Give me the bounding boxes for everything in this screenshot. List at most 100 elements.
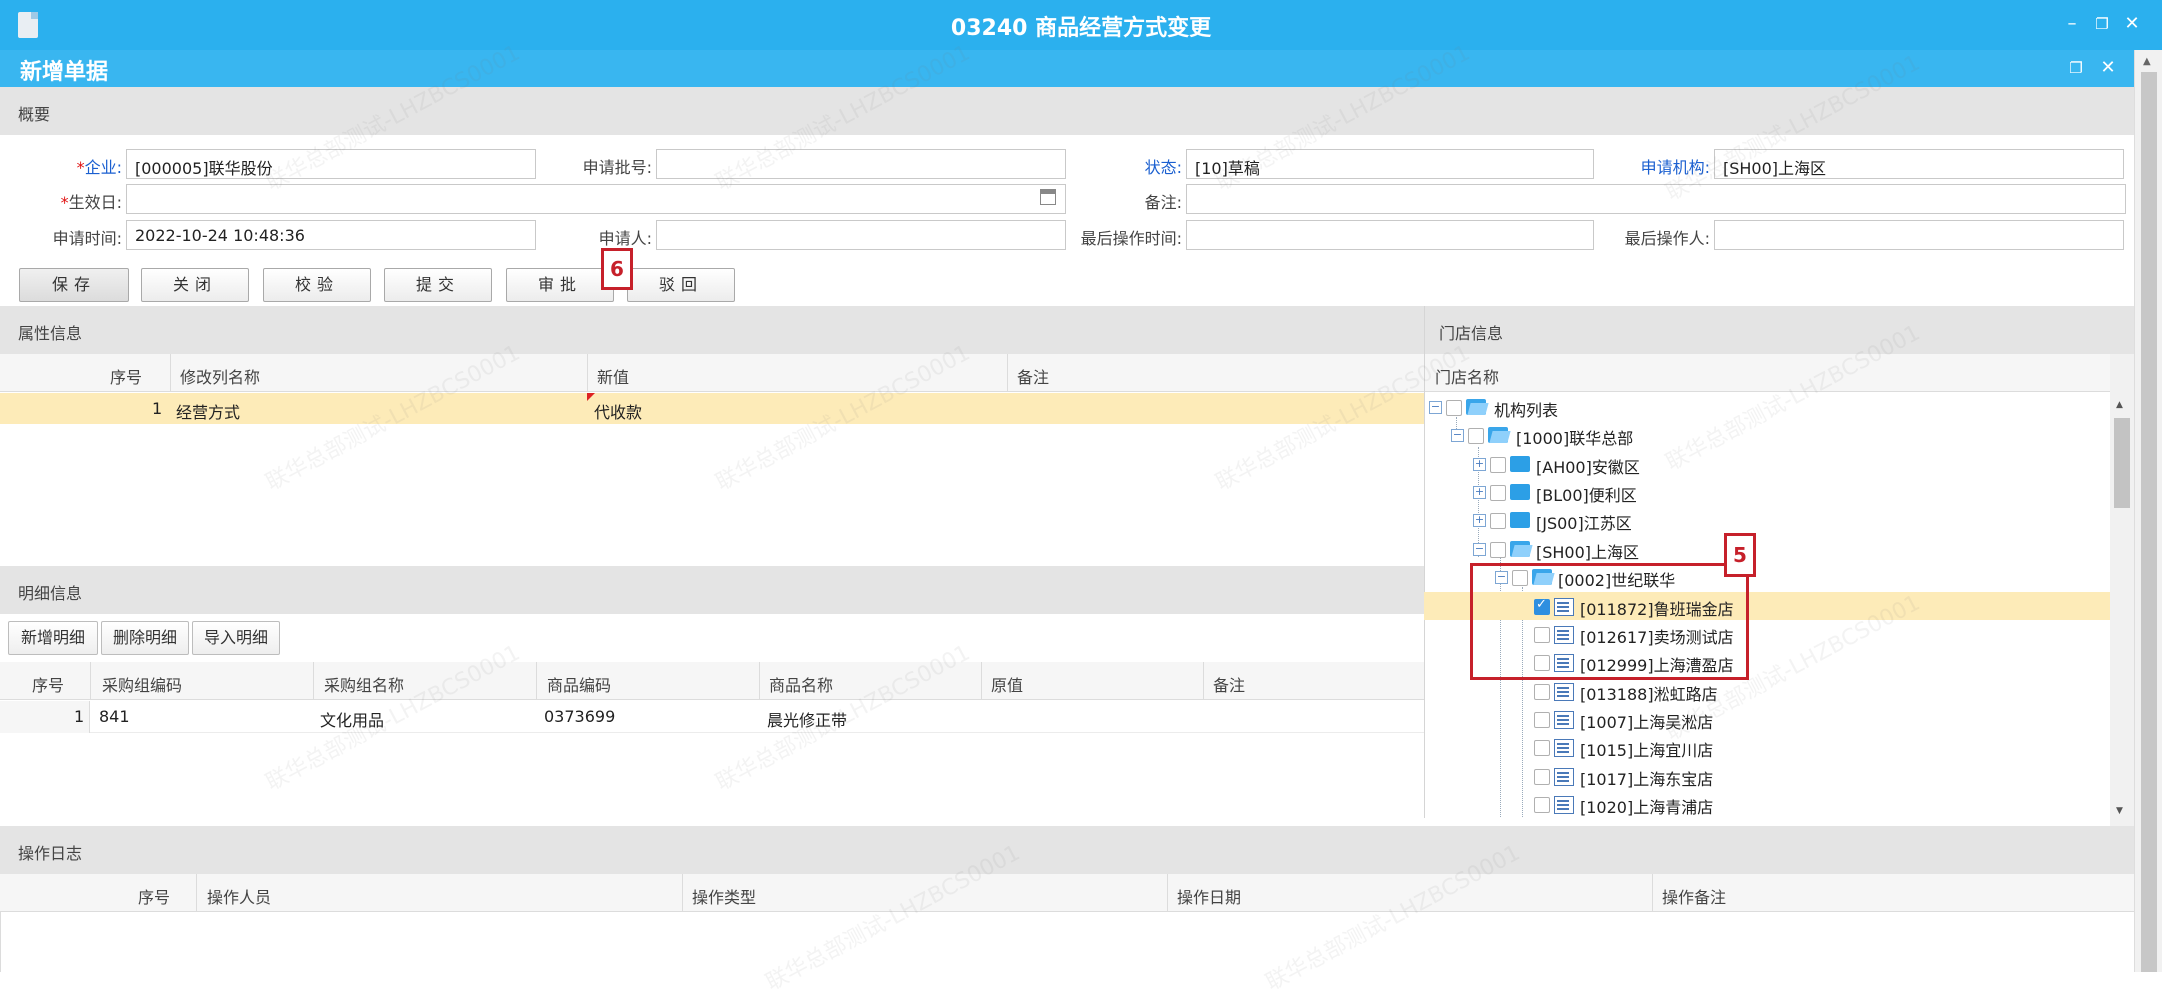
stores-scroll-thumb[interactable] [2114, 418, 2130, 508]
tree-node[interactable]: + [JS00]江苏区 [1424, 506, 2110, 534]
enterprise-field[interactable]: [000005]联华股份 [126, 149, 536, 179]
collapse-icon[interactable]: − [1451, 429, 1464, 442]
tree-checkbox[interactable] [1468, 428, 1484, 444]
remark-label: 备注: [1144, 193, 1182, 212]
calendar-icon[interactable] [1040, 189, 1056, 205]
tree-node[interactable]: [1020]上海青浦店 [1424, 790, 2110, 818]
tree-checkbox[interactable] [1534, 797, 1550, 813]
tree-node-label: [1015]上海宜川店 [1580, 741, 1714, 760]
tree-node[interactable]: [1015]上海宜川店 [1424, 733, 2110, 761]
expand-icon[interactable]: + [1473, 458, 1486, 471]
close-icon[interactable]: ✕ [2120, 12, 2144, 36]
verify-button[interactable]: 校验 [263, 268, 371, 302]
close-button[interactable]: 关闭 [141, 268, 249, 302]
annotation-box-5 [1470, 563, 1749, 680]
tree-node[interactable]: − [SH00]上海区 [1424, 535, 2110, 563]
status-field[interactable]: [10]草稿 [1186, 149, 1594, 179]
apply-time-field[interactable]: 2022-10-24 10:48:36 [126, 220, 536, 250]
table-row[interactable]: 1 841 文化用品 0373699 晨光修正带 [0, 701, 1424, 733]
tree-node-label: 机构列表 [1494, 401, 1559, 420]
oplog-col-operator: 操作人员 [207, 888, 272, 907]
attributes-section-title: 属性信息 [18, 324, 83, 343]
tree-node[interactable]: + [AH00]安徽区 [1424, 450, 2110, 478]
minimize-icon[interactable]: – [2060, 12, 2084, 36]
attr-row-new-value[interactable]: 代收款 [594, 399, 642, 423]
attributes-section-head: 属性信息 [0, 306, 1424, 354]
detail-col-orig: 原值 [991, 676, 1024, 695]
applicant-field[interactable] [656, 220, 1066, 250]
scroll-thumb[interactable] [2141, 72, 2157, 972]
reject-button[interactable]: 驳回 [627, 268, 735, 302]
tree-node[interactable]: [013188]淞虹路店 [1424, 677, 2110, 705]
tree-checkbox[interactable] [1490, 542, 1506, 558]
detail-col-item-name: 商品名称 [769, 676, 834, 695]
batch-field[interactable] [656, 149, 1066, 179]
detail-row-group-code[interactable]: 841 [99, 707, 130, 726]
delete-detail-button[interactable]: 删除明细 [101, 621, 189, 655]
oplog-col-no: 序号 [138, 888, 171, 907]
applicant-label: 申请人: [598, 229, 652, 248]
tree-checkbox[interactable] [1534, 740, 1550, 756]
restore-icon[interactable]: ❐ [2090, 12, 2114, 36]
folder-icon [1510, 456, 1530, 472]
last-operator-field[interactable] [1714, 220, 2124, 250]
annotation-tag-6: 6 [601, 248, 633, 290]
tree-checkbox[interactable] [1446, 400, 1462, 416]
attr-col-new-value: 新值 [597, 368, 630, 387]
last-op-time-field[interactable] [1186, 220, 1594, 250]
collapse-icon[interactable]: − [1429, 401, 1442, 414]
expand-icon[interactable]: + [1473, 486, 1486, 499]
org-field[interactable]: [SH00]上海区 [1714, 149, 2124, 179]
apply-time-label: 申请时间: [52, 229, 122, 248]
stores-section-head: 门店信息 [1425, 306, 2134, 354]
table-row[interactable]: 1 经营方式 代收款 [0, 393, 1424, 424]
oplog-col-type: 操作类型 [692, 888, 757, 907]
tree-checkbox[interactable] [1534, 684, 1550, 700]
tree-checkbox[interactable] [1534, 769, 1550, 785]
tree-node[interactable]: [1017]上海东宝店 [1424, 762, 2110, 790]
tree-checkbox[interactable] [1490, 513, 1506, 529]
oplog-table-header: 序号 操作人员 操作类型 操作日期 操作备注 [0, 874, 2134, 912]
store-icon [1554, 683, 1574, 701]
expand-icon[interactable]: + [1473, 514, 1486, 527]
remark-field[interactable] [1186, 184, 2126, 214]
folder-open-icon [1488, 427, 1508, 443]
stores-scroll-down-icon[interactable]: ▼ [2116, 806, 2123, 816]
tree-node[interactable]: − 机构列表 [1424, 393, 2110, 421]
save-button[interactable]: 保存 [19, 268, 129, 302]
stores-col-name: 门店名称 [1435, 368, 1500, 387]
details-section-head: 明细信息 [0, 566, 1424, 614]
summary-section-head: 概要 [0, 87, 2134, 135]
form-title: 新增单据 [20, 60, 109, 85]
tree-node-label: [1017]上海东宝店 [1580, 770, 1714, 789]
form-restore-icon[interactable]: ❐ [2064, 56, 2088, 80]
tree-node[interactable]: − [1000]联华总部 [1424, 421, 2110, 449]
add-detail-button[interactable]: 新增明细 [8, 621, 98, 655]
window-scrollbar[interactable]: ▲ [2134, 50, 2162, 972]
folder-icon [1510, 484, 1530, 500]
tree-checkbox[interactable] [1534, 712, 1550, 728]
tree-node-label: [BL00]便利区 [1536, 486, 1637, 505]
store-icon [1554, 739, 1574, 757]
scroll-up-icon[interactable]: ▲ [2143, 56, 2151, 67]
detail-row-item-code[interactable]: 0373699 [544, 707, 615, 726]
submit-button[interactable]: 提交 [384, 268, 492, 302]
approve-button[interactable]: 审批 [506, 268, 614, 302]
tree-checkbox[interactable] [1490, 457, 1506, 473]
stores-scrollbar[interactable]: ▲ ▼ [2110, 354, 2134, 826]
summary-section-title: 概要 [18, 105, 51, 124]
collapse-icon[interactable]: − [1473, 543, 1486, 556]
detail-col-group-name: 采购组名称 [324, 676, 405, 695]
window-titlebar: 03240 商品经营方式变更 – ❐ ✕ [0, 0, 2162, 50]
effective-date-field[interactable] [126, 184, 1066, 214]
detail-row-item-name[interactable]: 晨光修正带 [767, 707, 847, 731]
tree-node[interactable]: + [BL00]便利区 [1424, 478, 2110, 506]
attr-col-no: 序号 [110, 368, 143, 387]
form-close-icon[interactable]: ✕ [2096, 56, 2120, 80]
tree-checkbox[interactable] [1490, 485, 1506, 501]
detail-row-group-name[interactable]: 文化用品 [320, 707, 384, 731]
import-detail-button[interactable]: 导入明细 [192, 621, 280, 655]
attr-row-column: 经营方式 [176, 403, 241, 422]
tree-node[interactable]: [1007]上海吴淞店 [1424, 705, 2110, 733]
stores-scroll-up-icon[interactable]: ▲ [2116, 400, 2123, 410]
